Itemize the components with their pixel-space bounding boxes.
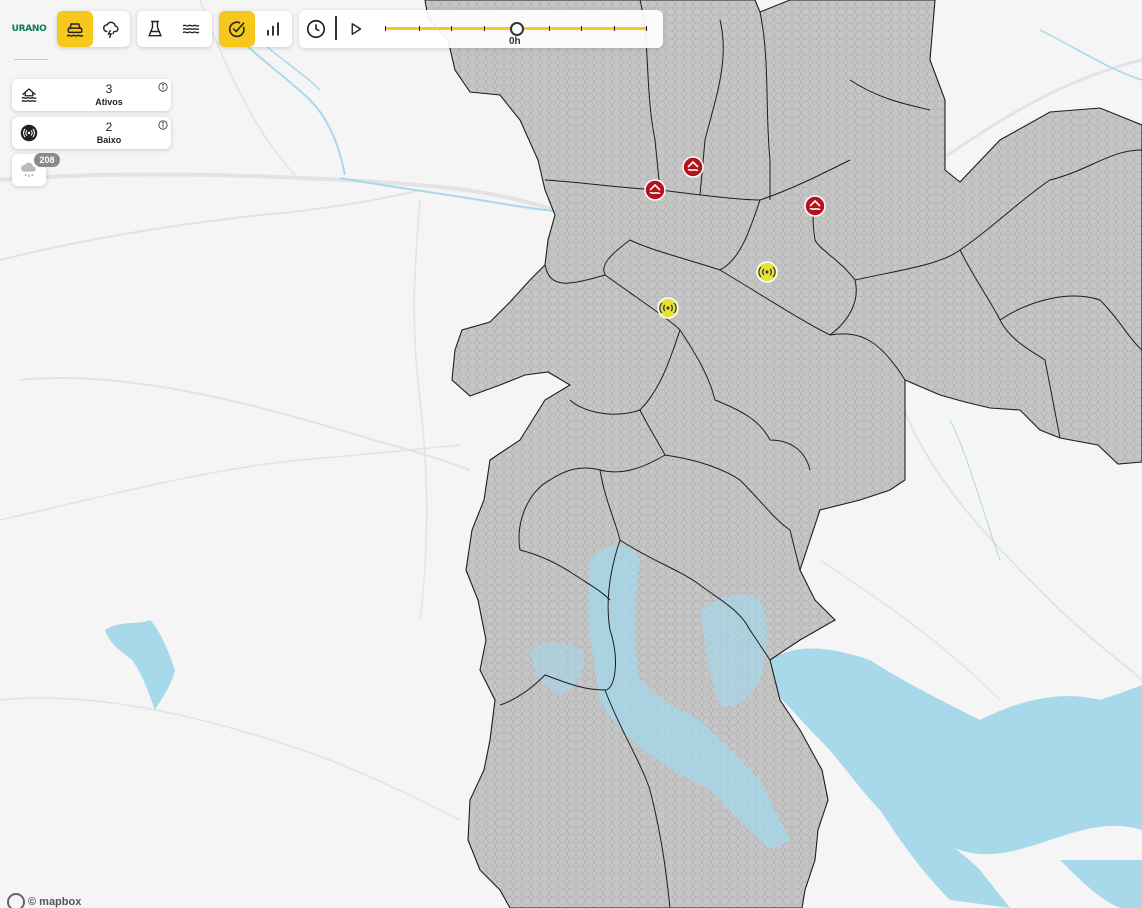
app-logo-text: URANO — [11, 24, 47, 34]
play-icon[interactable] — [347, 19, 365, 39]
timeline-tick — [614, 26, 615, 31]
signal-level-count: 2 — [105, 120, 113, 134]
rain-stations-count-badge: 208 — [34, 153, 60, 167]
waves-icon — [182, 24, 200, 34]
info-icon[interactable] — [158, 82, 168, 92]
flood-alerts-count: 3 — [105, 82, 113, 96]
app-logo[interactable]: URANO — [11, 18, 47, 40]
storm-cloud-icon — [103, 21, 119, 39]
flood-alerts-panel[interactable]: 3 Ativos — [12, 79, 171, 111]
clock-icon[interactable] — [305, 18, 327, 40]
timeline-tick — [581, 26, 582, 31]
check-status-button[interactable] — [219, 11, 255, 47]
info-icon[interactable] — [158, 120, 168, 130]
toolbar-group-analysis — [137, 11, 212, 47]
bar-chart-icon — [267, 22, 279, 36]
flood-car-button[interactable] — [57, 11, 93, 47]
timeline-tick — [385, 26, 386, 31]
check-circle-icon — [229, 21, 245, 38]
flood-alerts-label: Ativos — [95, 97, 123, 107]
map-attribution-logo — [7, 893, 25, 908]
timeline-control: 0h — [299, 10, 663, 48]
signal-level-label: Baixo — [96, 135, 122, 145]
waves-button[interactable] — [173, 11, 209, 47]
signal-level-panel[interactable]: 2 Baixo — [12, 117, 171, 149]
timeline-hour-label: 0h — [509, 36, 521, 47]
statistics-button[interactable] — [255, 11, 291, 47]
toolbar-group-alerts — [57, 11, 130, 47]
toolbar-group-status — [219, 11, 292, 47]
timeline-handle[interactable] — [510, 22, 524, 36]
timeline-tick — [549, 26, 550, 31]
timeline-tick — [484, 26, 485, 31]
timeline-tick — [646, 26, 647, 31]
flask-button[interactable] — [137, 11, 173, 47]
storm-button[interactable] — [93, 11, 129, 47]
logo-divider — [14, 59, 48, 60]
map-attribution: © mapbox — [28, 896, 82, 908]
flask-icon — [148, 20, 162, 37]
timeline-divider — [335, 16, 337, 40]
timeline-tick — [451, 26, 452, 31]
timeline-tick — [419, 26, 420, 31]
flood-car-icon — [66, 23, 84, 37]
